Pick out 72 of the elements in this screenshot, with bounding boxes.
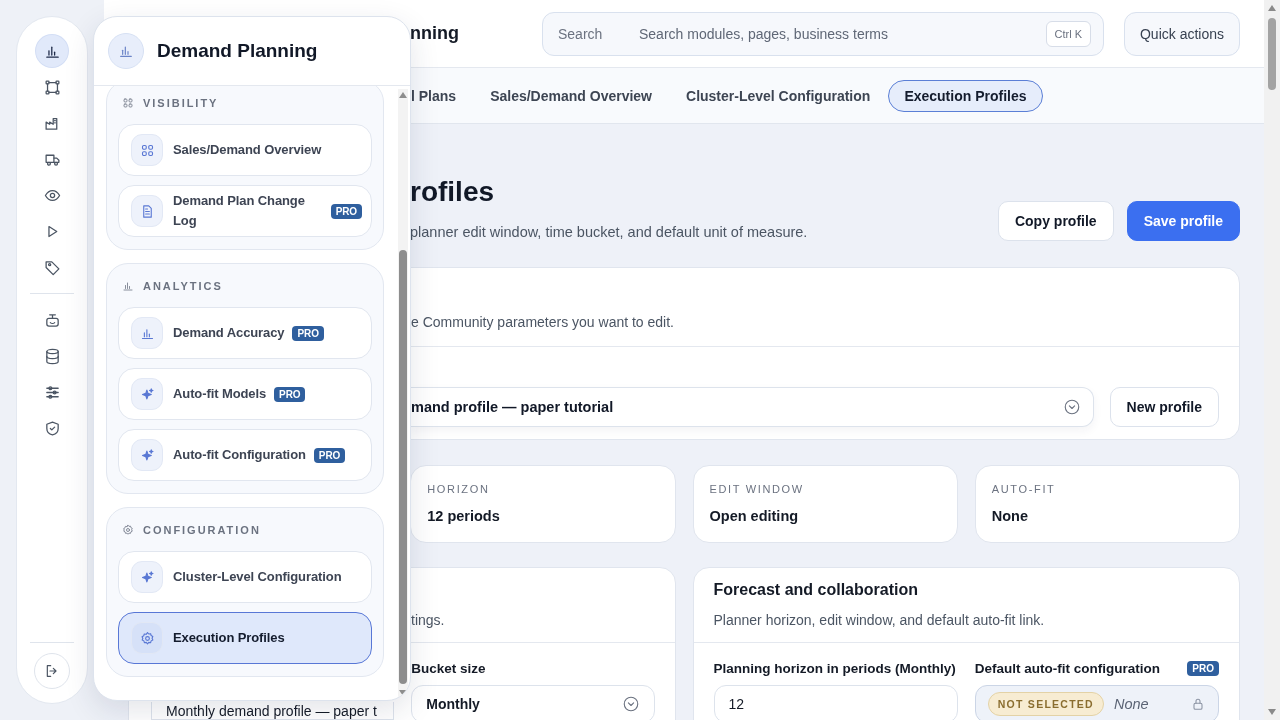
pro-badge: PRO xyxy=(1187,660,1219,676)
nav-item[interactable]: Demand Plan Change Log PRO xyxy=(118,185,372,237)
search-input[interactable]: Search modules, pages, business terms xyxy=(639,25,1046,42)
group-label: CONFIGURATION xyxy=(143,524,261,536)
copy-button[interactable]: Copy profile xyxy=(997,201,1114,241)
panel-title: Forecast and collaboration xyxy=(713,580,919,600)
bar-chart-icon xyxy=(131,317,163,349)
field-label: Default auto-fit configuration xyxy=(974,660,1160,676)
nav-item[interactable]: Sales/Demand Overview xyxy=(118,124,372,176)
sliders-icon xyxy=(43,383,61,401)
app-title: nning xyxy=(409,23,460,44)
sparkle-icon xyxy=(131,378,163,410)
stat-label: HORIZON xyxy=(427,483,491,495)
lock-icon xyxy=(1190,696,1206,712)
shield-check-icon xyxy=(43,419,61,437)
settings-icon xyxy=(122,524,134,536)
select-field[interactable]: Monthly xyxy=(411,685,655,720)
search-label: Search xyxy=(558,25,604,42)
pro-badge: PRO xyxy=(292,325,324,341)
robot-icon xyxy=(43,311,61,329)
stat-value: 12 periods xyxy=(427,508,501,524)
settings-icon xyxy=(131,622,163,654)
stat-value: None xyxy=(991,508,1029,524)
scrollbar[interactable] xyxy=(398,89,408,699)
sparkle-icon xyxy=(131,439,163,471)
field-label: Bucket size xyxy=(411,660,486,676)
chevron-down-icon xyxy=(1062,398,1081,416)
pro-badge: PRO xyxy=(330,203,362,219)
input-field[interactable]: 12 xyxy=(713,685,958,720)
nav-item[interactable]: Auto-fit Configuration PRO xyxy=(118,429,372,481)
tab[interactable]: Cluster-Level Configuration xyxy=(670,79,887,112)
page-title: rofiles xyxy=(410,175,496,209)
search-field[interactable]: Search Search modules, pages, business terms Ctrl K xyxy=(542,11,1104,56)
profile-select[interactable]: mand profile — paper tutorial xyxy=(411,387,1094,427)
panel-title: Demand Planning xyxy=(157,40,318,62)
shortcut-key: Ctrl K xyxy=(1045,20,1091,47)
card-description: e Community parameters you want to edit. xyxy=(411,313,675,332)
save-button[interactable]: Save profile xyxy=(1126,201,1240,241)
bar-chart-icon xyxy=(122,280,134,292)
panel-description: tings. xyxy=(411,611,446,630)
panel-description: Planner horizon, edit window, and default auto-fit link. xyxy=(713,611,1046,630)
document-icon xyxy=(131,195,163,227)
nodes-icon xyxy=(43,78,61,96)
new-profile-button[interactable]: New profile xyxy=(1109,387,1219,427)
tab[interactable]: l Plans xyxy=(410,79,473,112)
pro-badge: PRO xyxy=(274,386,306,402)
tag-icon xyxy=(43,258,61,276)
database-icon xyxy=(43,347,61,365)
chevron-down-icon xyxy=(621,695,640,713)
tab[interactable]: Sales/Demand Overview xyxy=(474,79,668,112)
grid-icon xyxy=(122,97,134,109)
group-label: VISIBILITY xyxy=(143,97,219,109)
stat-label: EDIT WINDOW xyxy=(709,483,805,495)
field-label: Planning horizon in periods (Monthly) xyxy=(713,660,956,676)
status-badge: NOT SELECTED xyxy=(987,692,1104,716)
grid-icon xyxy=(131,134,163,166)
tab[interactable]: Execution Profiles xyxy=(888,79,1043,112)
bar-chart-icon xyxy=(108,33,144,69)
input-field[interactable]: Monthly demand profile — paper t xyxy=(151,702,395,720)
rail-button[interactable] xyxy=(36,35,68,67)
nav-item[interactable]: Auto-fit Models PRO xyxy=(118,368,372,420)
quick-actions-button[interactable]: Quick actions xyxy=(1124,11,1240,56)
page-subtitle: planner edit window, time bucket, and default unit of measure. xyxy=(410,223,808,241)
locked-field[interactable]: NOT SELECTED None xyxy=(974,685,1219,720)
sparkle-icon xyxy=(131,561,163,593)
group-label: ANALYTICS xyxy=(143,280,223,292)
nav-item[interactable]: Demand Accuracy PRO xyxy=(118,307,372,359)
stat-value: Open editing xyxy=(709,508,800,524)
nav-item[interactable]: Cluster-Level Configuration xyxy=(118,551,372,603)
nav-item[interactable]: Execution Profiles xyxy=(118,612,372,664)
stat-label: AUTO-FIT xyxy=(991,483,1057,495)
pro-badge: PRO xyxy=(313,447,346,463)
